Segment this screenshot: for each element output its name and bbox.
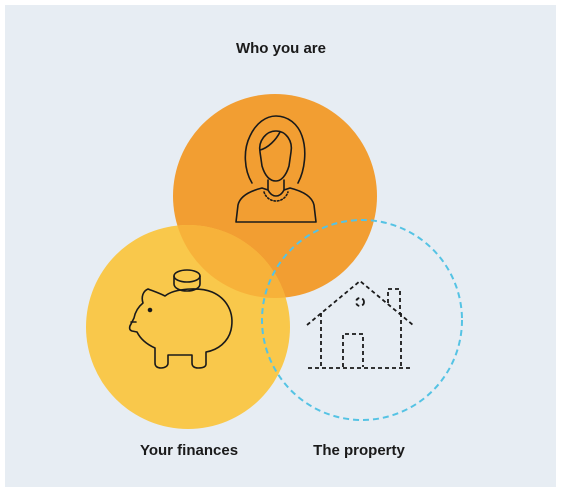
the-property-label: The property [313, 442, 405, 459]
who-you-are-label: Who you are [235, 40, 326, 57]
house-icon [306, 280, 414, 369]
your-finances-label: Your finances [139, 442, 239, 459]
venn-diagram [86, 94, 463, 429]
